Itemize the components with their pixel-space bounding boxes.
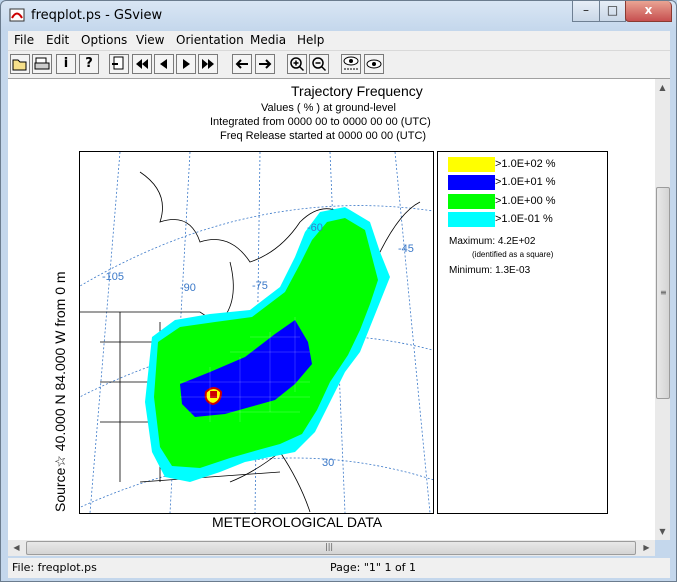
plot-subtitle-release: Freq Release started at 0000 00 00 (UTC) — [220, 130, 427, 142]
scroll-up-icon[interactable]: ▲ — [655, 80, 670, 95]
legend-minimum: Minimum: 1.3E-03 — [449, 265, 531, 276]
horizontal-scrollbar[interactable]: ◀ ||| ▶ — [8, 540, 655, 556]
scroll-down-icon[interactable]: ▼ — [655, 524, 670, 539]
legend-maximum: Maximum: 4.2E+02 — [449, 236, 536, 247]
legend-swatch-cyan — [448, 212, 495, 227]
legend-swatch-yellow — [448, 157, 495, 172]
zoom-out-icon[interactable] — [309, 54, 329, 74]
map-graphic: -105 -90 -75 -60 -45 30 — [80, 152, 433, 513]
lon-label-60: -60 — [307, 222, 323, 234]
plot-xlabel: METEOROLOGICAL DATA — [212, 514, 383, 530]
lon-label-75: -75 — [252, 280, 268, 292]
menu-bar: File Edit Options View Orientation Media… — [8, 31, 670, 51]
forward-icon[interactable] — [255, 54, 275, 74]
zoom-in-icon[interactable] — [287, 54, 307, 74]
eye-abc-icon[interactable] — [341, 54, 361, 74]
status-file: File: freqplot.ps — [12, 561, 97, 574]
document-view[interactable]: Trajectory Frequency Values ( % ) at gro… — [8, 79, 655, 540]
next-page-icon[interactable] — [176, 54, 196, 74]
menu-options[interactable]: Options — [81, 33, 127, 47]
eye-icon[interactable] — [364, 54, 384, 74]
status-bar: File: freqplot.ps Page: "1" 1 of 1 — [8, 558, 670, 578]
legend-label-1e02: >1.0E+02 % — [495, 158, 556, 170]
menu-orientation[interactable]: Orientation — [176, 33, 244, 47]
back-icon[interactable] — [232, 54, 252, 74]
legend-swatch-green — [448, 194, 495, 209]
legend-swatch-blue — [448, 175, 495, 190]
open-icon[interactable] — [10, 54, 30, 74]
legend-panel: >1.0E+02 % >1.0E+01 % >1.0E+00 % >1.0E-0… — [437, 151, 608, 514]
legend-max-note: (identified as a square) — [472, 250, 554, 259]
first-page-icon[interactable] — [132, 54, 152, 74]
lon-label-45: -45 — [398, 243, 414, 255]
vertical-scroll-thumb[interactable]: ≡ — [656, 187, 670, 399]
toolbar: i ? — [8, 51, 670, 79]
lon-label-105: -105 — [102, 271, 124, 283]
horizontal-scroll-thumb[interactable]: ||| — [26, 541, 636, 555]
prev-page-icon[interactable] — [154, 54, 174, 74]
menu-view[interactable]: View — [136, 33, 164, 47]
plot-subtitle-integrated: Integrated from 0000 00 to 0000 00 00 (U… — [210, 116, 431, 128]
legend-label-1e00: >1.0E+00 % — [495, 195, 556, 207]
menu-file[interactable]: File — [14, 33, 34, 47]
print-icon[interactable] — [32, 54, 52, 74]
minimize-button[interactable]: – — [572, 1, 600, 22]
vertical-scrollbar[interactable]: ▲ ≡ ▼ — [655, 79, 670, 540]
plot-ylabel: Source☆ 40.000 N 84.000 W from 0 m — [52, 271, 68, 512]
menu-help[interactable]: Help — [297, 33, 324, 47]
menu-edit[interactable]: Edit — [46, 33, 69, 47]
menu-media[interactable]: Media — [250, 33, 286, 47]
legend-label-1e-01: >1.0E-01 % — [495, 213, 553, 225]
lon-label-90: -90 — [180, 282, 196, 294]
scroll-right-icon[interactable]: ▶ — [639, 540, 654, 555]
lat-label-30: 30 — [322, 457, 334, 469]
legend-label-1e01: >1.0E+01 % — [495, 176, 556, 188]
window-title: freqplot.ps - GSview — [31, 8, 163, 23]
info-icon[interactable]: i — [56, 54, 76, 74]
scroll-left-icon[interactable]: ◀ — [9, 540, 24, 555]
plot-subtitle-values: Values ( % ) at ground-level — [261, 102, 396, 114]
gsview-window: freqplot.ps - GSview – □ x File Edit Opt… — [0, 0, 677, 582]
maximize-button[interactable]: □ — [599, 1, 626, 22]
last-page-icon[interactable] — [198, 54, 218, 74]
help-icon[interactable]: ? — [79, 54, 99, 74]
plot-title: Trajectory Frequency — [291, 83, 423, 99]
trajectory-map: -105 -90 -75 -60 -45 30 — [79, 151, 434, 514]
gsview-app-icon — [9, 8, 25, 22]
status-page: Page: "1" 1 of 1 — [330, 561, 417, 574]
title-bar[interactable]: freqplot.ps - GSview – □ x — [1, 1, 676, 31]
goto-page-icon[interactable] — [109, 54, 129, 74]
close-button[interactable]: x — [625, 1, 672, 22]
